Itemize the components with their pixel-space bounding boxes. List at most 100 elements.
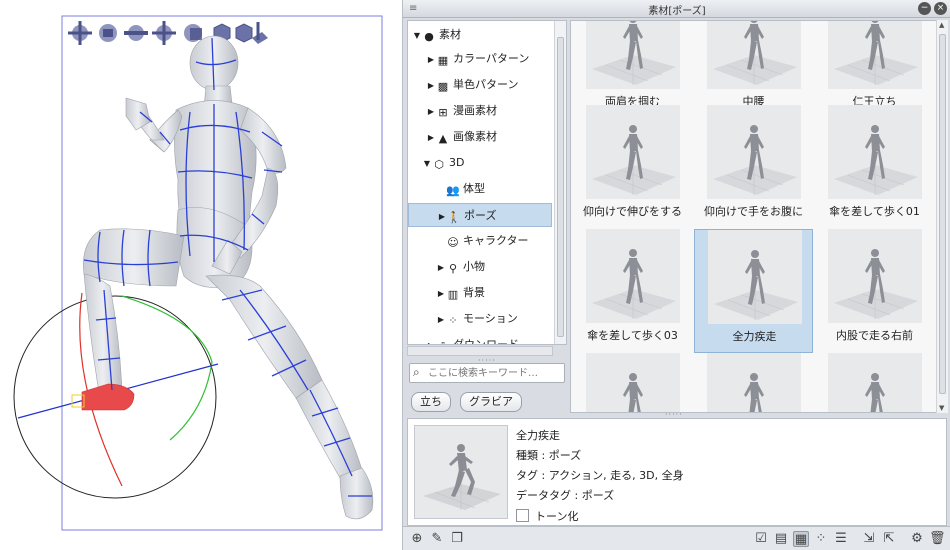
tree-item-icon: 🚶 [447, 211, 461, 224]
settings-icon[interactable]: ⚙ [909, 531, 925, 547]
selected-foot-part[interactable] [81, 383, 135, 411]
import-icon[interactable]: ⇲ [861, 531, 877, 547]
tree-item[interactable]: ☺ キャラクター [408, 229, 552, 253]
tree-item[interactable]: ▶⇩ダウンロード [408, 333, 552, 344]
tree-scroll-thumb[interactable] [557, 37, 564, 337]
collapsed-arrow-icon[interactable]: ▶ [437, 205, 447, 229]
tree-item[interactable]: ▶ ▦ カラーパターン [408, 47, 552, 71]
tree-horizontal-scrollbar[interactable] [407, 346, 553, 356]
minimize-button[interactable]: − [918, 2, 931, 15]
collapsed-arrow-icon[interactable]: ▶ [426, 100, 436, 124]
collapsed-arrow-icon[interactable]: ▶ [426, 74, 436, 98]
expanded-arrow-icon[interactable]: ▼ [412, 24, 422, 48]
pose-thumbnail-image [708, 230, 802, 324]
material-thumbnail[interactable] [694, 353, 813, 412]
tag-chip-standing[interactable]: 立ち [411, 392, 451, 412]
tree-item-label: キャラクター [463, 234, 529, 247]
material-thumbnail[interactable]: 傘を差して歩く03 [573, 229, 692, 353]
small-thumb-icon[interactable]: ⁘ [813, 531, 829, 547]
detail-data-tags: データタグ : ポーズ [516, 489, 615, 502]
new-folder-icon[interactable]: ⊕ [409, 531, 425, 547]
tree-item[interactable]: ▶ ⁘ モーション [408, 307, 552, 331]
list-detail-icon[interactable]: ▤ [773, 531, 789, 547]
collapsed-arrow-icon[interactable]: ▶ [426, 126, 436, 150]
tree-item[interactable]: ▼ ⬡ 3D [408, 151, 552, 175]
tree-item[interactable]: ▶ ▩ 単色パターン [408, 73, 552, 97]
check-icon[interactable]: ☑ [753, 531, 769, 547]
tree-item-label: 漫画素材 [453, 104, 497, 117]
collapsed-arrow-icon[interactable]: ▶ [436, 282, 446, 306]
close-button[interactable]: × [934, 2, 947, 15]
search-input[interactable] [428, 366, 562, 381]
material-thumbnail[interactable]: 傘を差して歩く01 [815, 105, 934, 229]
material-thumbnail[interactable] [815, 353, 934, 412]
3d-figure-viewport[interactable] [0, 0, 400, 550]
list-icon[interactable]: ☰ [833, 531, 849, 547]
tree-item[interactable]: ▶ ⚲ 小物 [408, 255, 552, 279]
pose-thumbnail-image [828, 353, 922, 412]
tree-item[interactable]: 👥 体型 [408, 177, 552, 201]
tree-scrollbar[interactable] [554, 21, 566, 344]
tree-item-icon: ▲ [438, 132, 448, 145]
collapsed-arrow-icon[interactable]: ▶ [436, 308, 446, 332]
delete-icon[interactable]: 🗑 [929, 531, 946, 547]
material-tree[interactable]: ▼ ● 素材 ▶ ▦ カラーパターン ▶ ▩ 単色パターン ▶ ⊞ 漫画素材 ▶ ▲ 画像素材 ▼ ⬡ 3D 👥 体型… [407, 20, 567, 345]
search-icon: ⌕ [413, 365, 420, 379]
tree-item-icon: ▦ [437, 54, 449, 67]
tree-item-label: 画像素材 [453, 130, 497, 143]
collapsed-arrow-icon[interactable]: ▶ [426, 48, 436, 72]
tree-item[interactable]: ▶ ▥ 背景 [408, 281, 552, 305]
thumbnail-label: 内股で走る右前 [836, 329, 913, 342]
tree-item[interactable]: ▶ ⊞ 漫画素材 [408, 99, 552, 123]
tree-item-icon: ▩ [437, 80, 449, 93]
3d-figure-model[interactable] [83, 35, 374, 520]
material-grid[interactable]: 両肩を掴む 中腰 仁王立ち 仰向けで伸びをする 仰向けで手をお腹に 傘を差して歩く01 傘を… [570, 20, 937, 413]
edit-icon[interactable]: ✎ [429, 531, 445, 547]
tree-item-label: カラーパターン [453, 52, 530, 65]
ground-move-icon[interactable] [252, 22, 268, 44]
grid-scroll-thumb[interactable] [939, 34, 946, 394]
tree-item[interactable]: ▼ ● 素材 [408, 23, 552, 47]
scroll-up-icon[interactable]: ▲ [939, 21, 944, 29]
tone-checkbox[interactable] [516, 509, 529, 522]
pose-thumbnail-image [707, 21, 801, 89]
material-thumbnail[interactable]: 全力疾走 [694, 229, 813, 353]
thumbnail-label: 傘を差して歩く03 [587, 329, 678, 342]
tree-item[interactable]: ▶ 🚶 ポーズ [408, 203, 552, 227]
thumbnail-label: 傘を差して歩く01 [829, 205, 920, 218]
collapsed-arrow-icon[interactable]: ▶ [426, 334, 436, 344]
pose-thumbnail-image [586, 229, 680, 323]
material-thumbnail[interactable]: 仰向けで手をお腹に [694, 105, 813, 229]
pose-thumbnail-image [707, 353, 801, 412]
tag-chip-gravure[interactable]: グラビア [460, 392, 522, 412]
large-thumb-icon[interactable]: ▦ [793, 531, 809, 547]
scroll-down-icon[interactable]: ▼ [939, 404, 944, 412]
rotate-model-icon[interactable] [184, 24, 202, 42]
cube-rotate-icon[interactable] [235, 23, 253, 43]
material-thumbnail[interactable]: 仰向けで伸びをする [573, 105, 692, 229]
thumbnail-label: 仰向けで伸びをする [583, 205, 682, 218]
tree-item-icon: ● [424, 30, 434, 43]
tree-item-label: 背景 [463, 286, 485, 299]
collapsed-arrow-icon[interactable]: ▶ [436, 256, 446, 280]
3d-manipulator-toolbar[interactable] [68, 21, 268, 45]
zoom-camera-icon[interactable] [152, 21, 176, 45]
pan-camera-icon[interactable] [124, 25, 148, 41]
grid-scrollbar[interactable]: ▲ ▼ [936, 20, 948, 413]
thumbnail-label: 仰向けで手をお腹に [704, 205, 803, 218]
material-thumbnail[interactable]: 内股で走る右前 [815, 229, 934, 353]
duplicate-icon[interactable]: ❐ [449, 531, 465, 547]
rotate-camera-icon[interactable] [99, 24, 117, 42]
expanded-arrow-icon[interactable]: ▼ [422, 152, 432, 176]
pose-thumbnail-image [828, 229, 922, 323]
search-box[interactable]: ⌕ [409, 363, 565, 383]
material-thumbnail[interactable] [573, 353, 692, 412]
move-camera-icon[interactable] [68, 21, 92, 45]
tree-item-icon: ⬡ [434, 158, 444, 171]
tree-item-icon: ☺ [447, 236, 459, 249]
detail-tags: タグ : アクション, 走る, 3D, 全身 [516, 469, 684, 482]
export-icon[interactable]: ⇱ [881, 531, 897, 547]
tree-item[interactable]: ▶ ▲ 画像素材 [408, 125, 552, 149]
panel-titlebar[interactable]: ≡ 素材[ポーズ] − × [403, 0, 950, 18]
drawing-canvas[interactable] [0, 0, 400, 550]
